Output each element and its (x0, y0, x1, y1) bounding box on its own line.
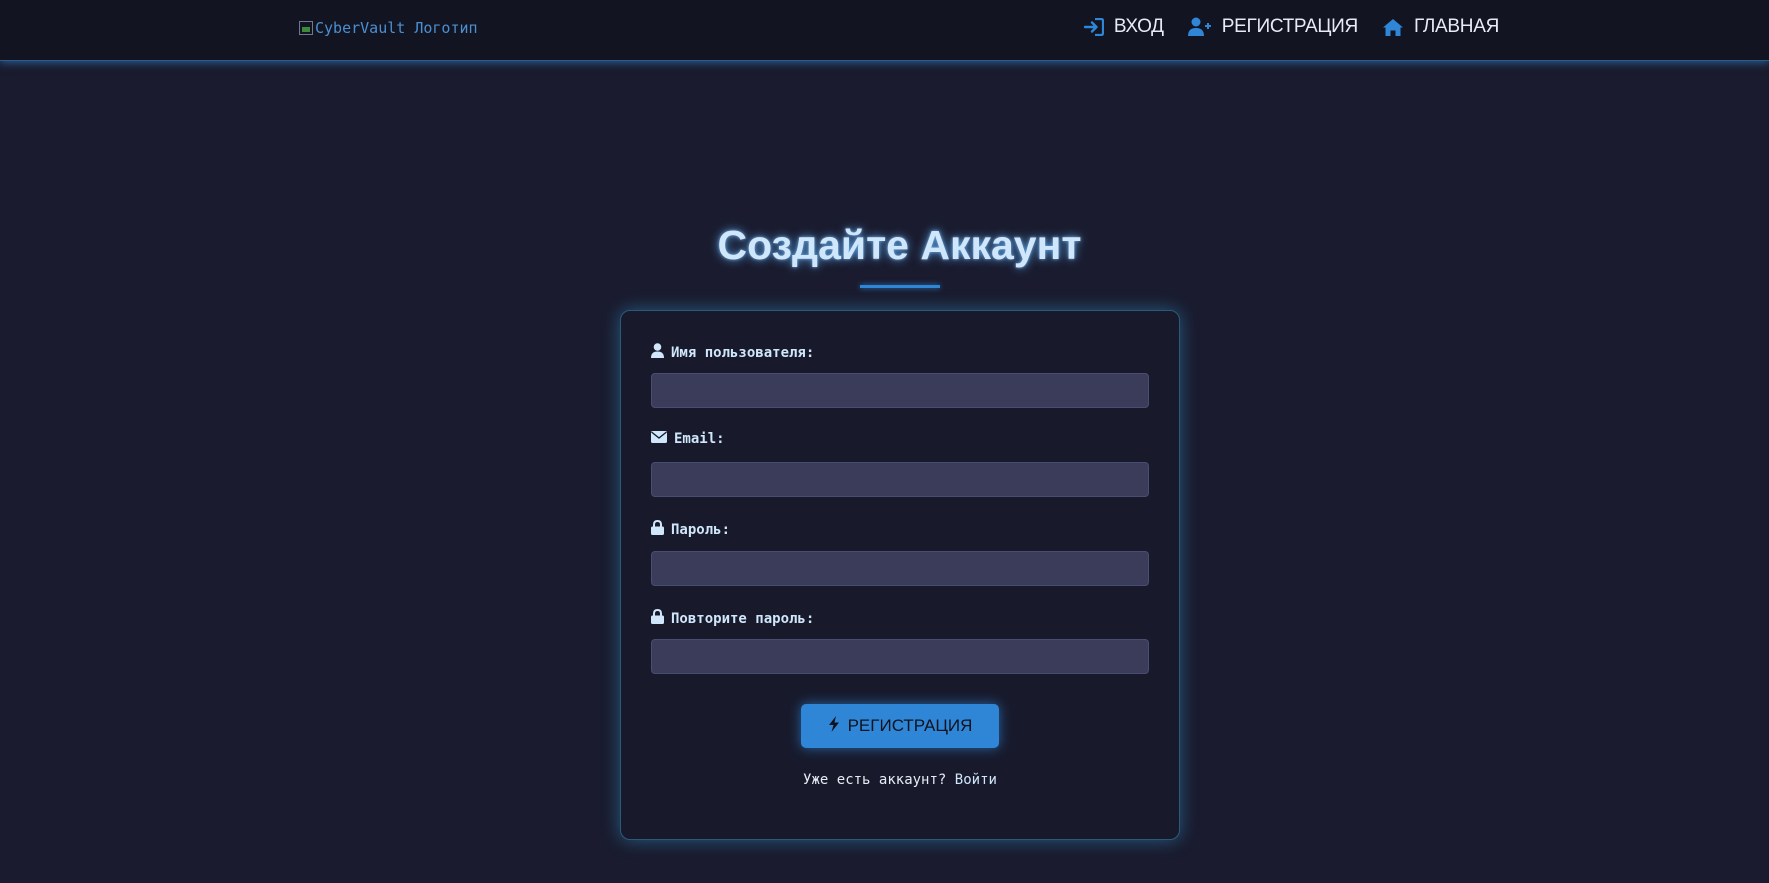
lock-icon (651, 608, 664, 628)
nav-login-label: ВХОД (1113, 16, 1164, 37)
bolt-icon (828, 715, 840, 737)
nav-home[interactable]: ГЛАВНАЯ (1382, 16, 1499, 38)
logo[interactable]: CyberVault Логотип (299, 19, 478, 37)
lock-icon (651, 519, 664, 539)
title-underline (860, 285, 940, 288)
username-input[interactable] (651, 373, 1149, 408)
page-title: Создайте Аккаунт (717, 222, 1082, 268)
user-plus-icon (1187, 17, 1212, 37)
username-label: Имя пользователя: (651, 343, 814, 362)
nav-login[interactable]: ВХОД (1083, 16, 1164, 38)
password-input[interactable] (651, 551, 1149, 586)
register-button-label: РЕГИСТРАЦИЯ (847, 716, 973, 735)
confirm-password-label: Повторите пароль: (651, 608, 814, 628)
registration-form: Имя пользователя: Email: Пароль: Повтори… (620, 310, 1180, 840)
email-label: Email: (651, 431, 725, 447)
main-nav: ВХОД РЕГИСТРАЦИЯ ГЛАВНАЯ (1083, 16, 1499, 38)
email-input[interactable] (651, 462, 1149, 497)
login-prompt-text: Уже есть аккаунт? (803, 772, 947, 788)
nav-home-label: ГЛАВНАЯ (1413, 16, 1499, 37)
home-icon (1382, 18, 1404, 37)
logo-alt-text: CyberVault Логотип (315, 19, 478, 37)
password-label: Пароль: (651, 519, 730, 539)
login-link[interactable]: Войти (955, 772, 997, 788)
user-icon (651, 343, 664, 362)
nav-register-label: РЕГИСТРАЦИЯ (1221, 16, 1359, 37)
login-prompt: Уже есть аккаунт? Войти (621, 772, 1179, 788)
register-button[interactable]: РЕГИСТРАЦИЯ (801, 704, 999, 748)
broken-image-icon (299, 21, 313, 35)
top-navbar: CyberVault Логотип ВХОД РЕГИСТРАЦИЯ ГЛАВ… (0, 0, 1769, 61)
nav-register[interactable]: РЕГИСТРАЦИЯ (1187, 16, 1359, 38)
login-icon (1083, 18, 1104, 36)
confirm-password-input[interactable] (651, 639, 1149, 674)
envelope-icon (651, 431, 667, 447)
